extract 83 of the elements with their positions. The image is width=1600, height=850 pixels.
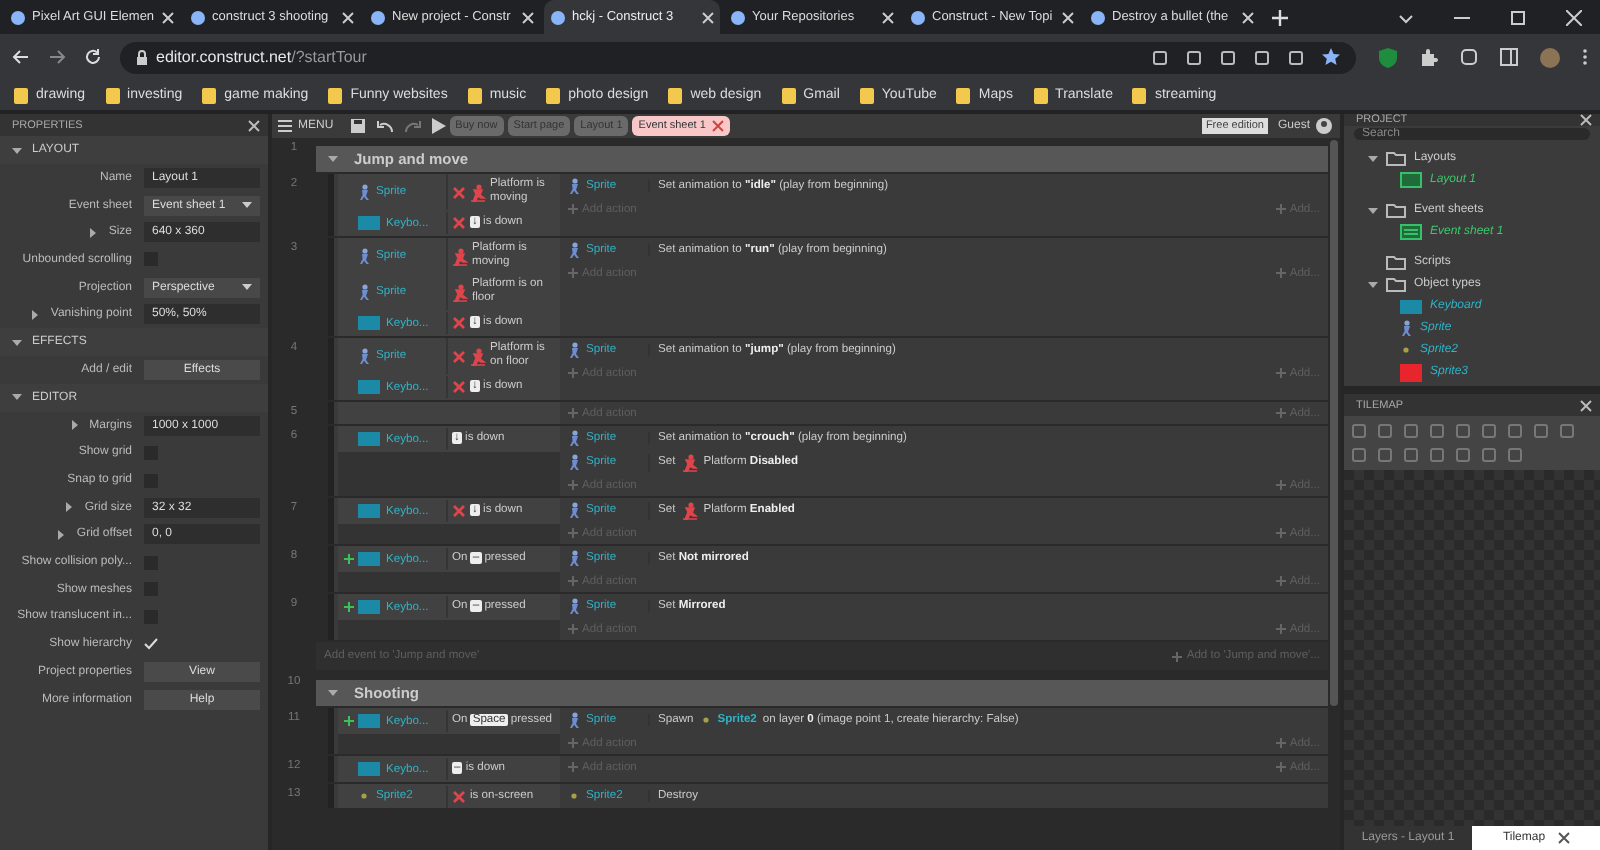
keyboard-icon <box>358 316 380 330</box>
figure-icon <box>568 454 580 470</box>
page-icon <box>550 9 566 25</box>
puzzle-icon[interactable] <box>1420 48 1438 66</box>
lock-icon <box>136 49 148 65</box>
close-icon[interactable] <box>1580 114 1592 126</box>
new-tab-icon[interactable] <box>1272 9 1288 25</box>
address-field[interactable]: editor.construct.net/?startTour <box>120 41 1356 73</box>
plus-icon <box>1275 576 1286 586</box>
plus-icon <box>1275 738 1286 748</box>
figure-icon <box>568 342 580 358</box>
page-icon <box>1090 9 1106 25</box>
figure-icon <box>568 598 580 614</box>
keyboard-icon <box>358 432 380 446</box>
plus-icon <box>568 408 578 418</box>
dot-icon <box>1400 344 1412 356</box>
figure-icon <box>568 502 580 518</box>
forward-arrow-icon[interactable] <box>48 48 66 66</box>
layout-icon <box>1400 172 1422 188</box>
sheet-icon <box>1400 224 1422 240</box>
dot-icon <box>699 714 712 726</box>
checkmark-icon <box>144 638 158 651</box>
plus-icon <box>1275 408 1286 418</box>
plus-icon <box>1275 528 1286 538</box>
plus-icon <box>1172 651 1183 661</box>
figure-icon <box>568 550 580 566</box>
reload-icon[interactable] <box>84 48 102 66</box>
plus-icon <box>568 762 578 772</box>
undo-icon[interactable] <box>375 119 394 133</box>
plus-icon <box>1275 204 1286 214</box>
figure-icon <box>568 430 580 446</box>
figure-icon <box>358 284 370 300</box>
page-icon <box>190 9 206 25</box>
page-icon <box>730 9 746 25</box>
plus-icon <box>568 368 578 378</box>
sidebar-icon[interactable] <box>1500 48 1518 66</box>
page-icon <box>910 9 926 25</box>
figure-icon <box>568 178 580 194</box>
plus-icon <box>568 738 578 748</box>
plus-icon <box>568 204 578 214</box>
figure-icon <box>1400 320 1412 336</box>
keyboard-icon <box>358 504 380 518</box>
page-icon <box>10 9 26 25</box>
plus-icon <box>1275 624 1286 634</box>
redo-icon[interactable] <box>403 119 422 133</box>
figure-icon <box>358 248 370 264</box>
dot-icon <box>568 789 580 801</box>
figure-icon <box>568 712 580 728</box>
star-icon[interactable] <box>1322 48 1340 66</box>
close-icon[interactable] <box>1580 399 1592 411</box>
menu-icon <box>278 120 292 132</box>
keyboard-icon <box>358 714 380 728</box>
keyboard-icon <box>358 552 380 566</box>
figure-icon <box>358 348 370 364</box>
checkbox[interactable] <box>144 637 158 652</box>
plus-icon <box>1275 480 1286 490</box>
close-icon[interactable] <box>248 119 260 131</box>
more-icon[interactable] <box>1582 48 1588 66</box>
chevron-down-icon[interactable] <box>1398 9 1414 25</box>
avatar-icon[interactable] <box>1540 47 1560 67</box>
plus-icon <box>568 624 578 634</box>
keyboard-icon <box>358 762 380 776</box>
plus-icon <box>1275 762 1286 772</box>
caret-down-icon <box>242 283 252 292</box>
keyboard-icon <box>1400 299 1422 313</box>
plus-icon <box>568 528 578 538</box>
shield-icon[interactable] <box>1378 47 1398 67</box>
page-icon <box>370 9 386 25</box>
keyboard-icon <box>358 380 380 394</box>
plus-icon <box>568 268 578 278</box>
back-arrow-icon[interactable] <box>12 48 30 66</box>
plus-icon <box>568 576 578 586</box>
figure-icon <box>358 184 370 200</box>
plus-icon <box>568 480 578 490</box>
dot-icon <box>358 790 370 802</box>
keyboard-icon <box>358 216 380 230</box>
plus-icon <box>1275 268 1286 278</box>
maximize-icon[interactable] <box>1510 9 1526 25</box>
caret-down-icon <box>242 201 252 210</box>
plus-icon <box>1275 368 1286 378</box>
close-icon[interactable] <box>1557 832 1570 844</box>
keyboard-icon <box>358 600 380 614</box>
figure-icon <box>568 242 580 258</box>
